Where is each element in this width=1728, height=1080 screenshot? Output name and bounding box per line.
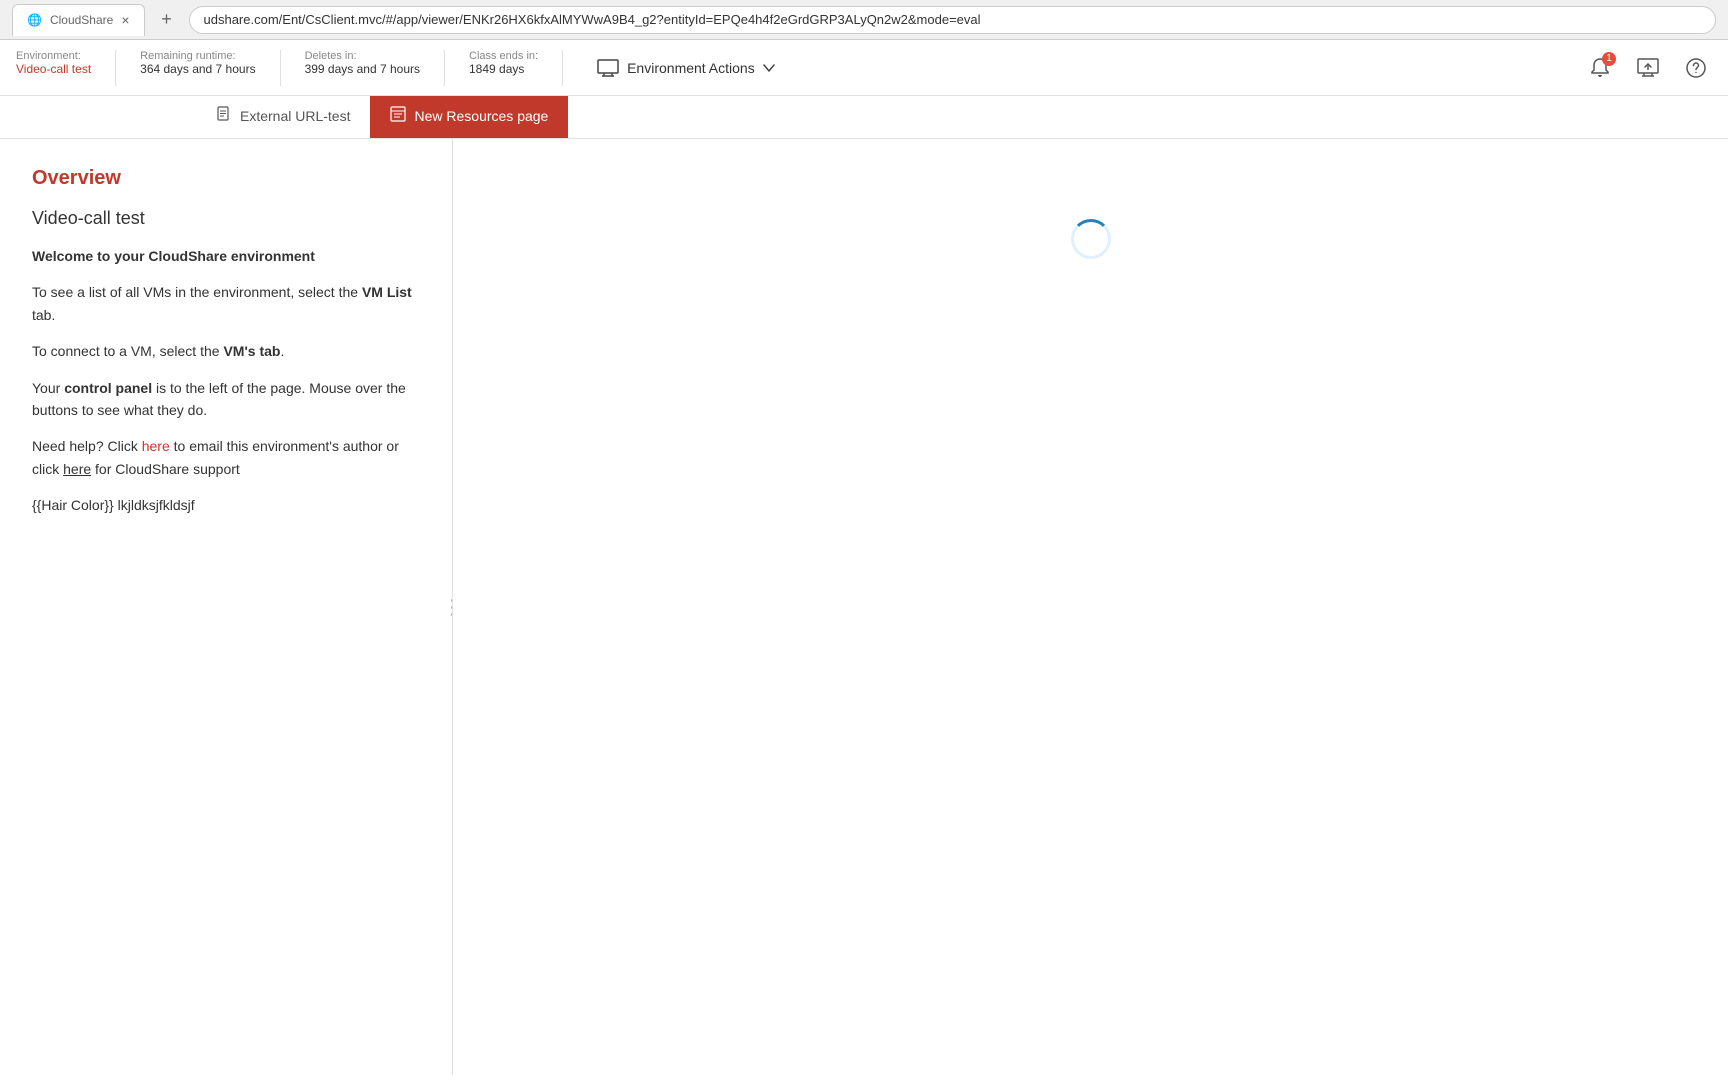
address-bar[interactable]: udshare.com/Ent/CsClient.mvc/#/app/viewe… <box>189 6 1716 34</box>
header-actions: 1 <box>1584 52 1712 84</box>
tab-external-url[interactable]: External URL-test <box>196 96 370 138</box>
env-separator-3 <box>444 50 445 86</box>
new-tab-btn[interactable]: + <box>153 6 181 34</box>
environment-item: Environment: Video-call test <box>16 50 91 76</box>
para4-text-end: for CloudShare support <box>91 461 240 477</box>
overview-template-text: {{Hair Color}} lkjldksjfkldsjf <box>32 494 420 516</box>
para2-text-end: . <box>280 343 284 359</box>
environment-value-link[interactable]: Video-call test <box>16 62 91 76</box>
here1-link[interactable]: here <box>142 438 170 454</box>
remaining-value: 364 days and 7 hours <box>140 62 255 76</box>
overview-env-name: Video-call test <box>32 208 420 229</box>
env-actions-label: Environment Actions <box>627 60 755 76</box>
deletes-label: Deletes in: <box>305 50 420 62</box>
notifications-btn[interactable]: 1 <box>1584 52 1616 84</box>
app-header: Environment: Video-call test Remaining r… <box>0 40 1728 96</box>
document-icon <box>216 106 232 122</box>
class-ends-value: 1849 days <box>469 62 538 76</box>
deletes-value: 399 days and 7 hours <box>305 62 420 76</box>
notification-badge: 1 <box>1602 52 1616 66</box>
screen-share-btn[interactable] <box>1632 52 1664 84</box>
para1-text-start: To see a list of all VMs in the environm… <box>32 284 362 300</box>
tab-title: CloudShare <box>50 13 113 27</box>
environment-actions-btn[interactable]: Environment Actions <box>587 53 785 83</box>
external-url-tab-icon <box>216 106 232 125</box>
overview-panel: Overview Video-call test Welcome to your… <box>0 139 453 1075</box>
control-panel-bold: control panel <box>64 380 152 396</box>
browser-chrome: 🌐 CloudShare × + udshare.com/Ent/CsClien… <box>0 0 1728 40</box>
vm-list-bold: VM List <box>362 284 412 300</box>
tab-bar: External URL-test New Resources page <box>0 96 1728 139</box>
loading-spinner <box>1071 219 1111 259</box>
overview-paragraph-3: Your control panel is to the left of the… <box>32 377 420 422</box>
remaining-runtime-item: Remaining runtime: 364 days and 7 hours <box>140 50 255 76</box>
para1-text-end: tab. <box>32 307 55 323</box>
resources-icon <box>390 106 406 122</box>
help-icon <box>1685 57 1707 79</box>
deletes-in-item: Deletes in: 399 days and 7 hours <box>305 50 420 76</box>
para2-text-start: To connect to a VM, select the <box>32 343 223 359</box>
env-info: Environment: Video-call test Remaining r… <box>16 42 538 94</box>
welcome-heading-bold: Welcome to your CloudShare environment <box>32 248 315 264</box>
remaining-label: Remaining runtime: <box>140 50 255 62</box>
help-btn[interactable] <box>1680 52 1712 84</box>
para3-text-start: Your <box>32 380 64 396</box>
browser-tab[interactable]: 🌐 CloudShare × <box>12 4 145 36</box>
new-resources-tab-icon <box>390 106 406 125</box>
tab-close-btn[interactable]: × <box>121 12 129 28</box>
tab-new-resources[interactable]: New Resources page <box>370 96 568 138</box>
environment-label: Environment: <box>16 50 91 62</box>
overview-welcome-heading: Welcome to your CloudShare environment <box>32 245 420 267</box>
tab-external-url-label: External URL-test <box>240 108 350 124</box>
content-panel <box>453 139 1728 1075</box>
overview-paragraph-4: Need help? Click here to email this envi… <box>32 435 420 480</box>
here2-link[interactable]: here <box>63 461 91 477</box>
env-separator-2 <box>280 50 281 86</box>
overview-paragraph-2: To connect to a VM, select the VM's tab. <box>32 340 420 362</box>
env-separator-4 <box>562 50 563 86</box>
monitor-icon <box>597 59 619 77</box>
overview-paragraph-1: To see a list of all VMs in the environm… <box>32 281 420 326</box>
overview-title: Overview <box>32 167 420 190</box>
address-text: udshare.com/Ent/CsClient.mvc/#/app/viewe… <box>204 12 981 27</box>
chevron-down-icon <box>763 64 775 72</box>
vms-tab-bold: VM's tab <box>223 343 280 359</box>
screen-share-icon <box>1637 58 1659 78</box>
class-ends-item: Class ends in: 1849 days <box>469 50 538 76</box>
tab-new-resources-label: New Resources page <box>414 108 548 124</box>
main-layout: Overview Video-call test Welcome to your… <box>0 139 1728 1075</box>
tab-favicon: 🌐 <box>27 13 42 27</box>
class-ends-label: Class ends in: <box>469 50 538 62</box>
para4-text-start: Need help? Click <box>32 438 142 454</box>
env-separator-1 <box>115 50 116 86</box>
